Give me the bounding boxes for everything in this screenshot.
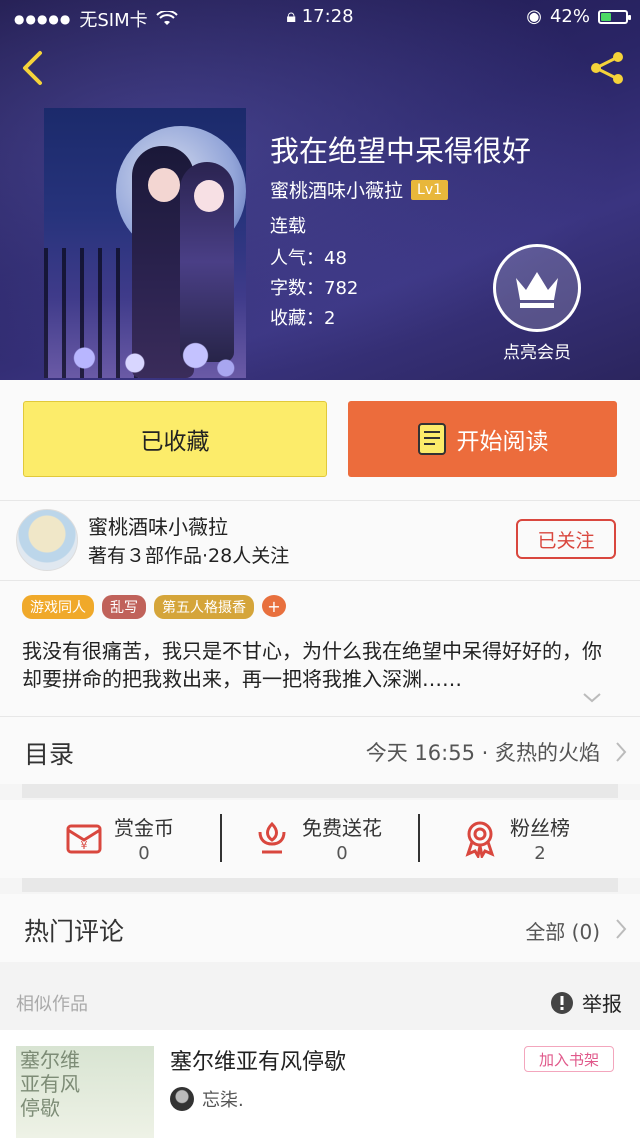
vip-label: 点亮会员 <box>503 343 571 363</box>
medal-icon <box>465 821 495 858</box>
book-title: 我在绝望中呆得很好 <box>270 134 532 168</box>
crown-icon <box>516 272 558 308</box>
author-avatar[interactable] <box>16 509 78 571</box>
fan-rank-count: 2 <box>534 843 546 864</box>
add-tag-button[interactable]: + <box>262 595 286 617</box>
support-stats-row: ¥ 赏金币 0 免费送花 0 粉丝榜 2 <box>0 800 640 878</box>
words-label: 字数： <box>270 278 324 299</box>
similar-work-item[interactable]: 塞尔维亚有风停歇 塞尔维亚有风停歇 加入书架 忘柒. <box>0 1030 640 1138</box>
start-reading-button[interactable]: 开始阅读 <box>348 401 617 477</box>
vip-button[interactable]: 点亮会员 <box>492 244 582 363</box>
start-reading-label: 开始阅读 <box>456 429 549 455</box>
clock-time: 17:28 <box>301 6 354 27</box>
favorites-label: 收藏： <box>270 308 324 329</box>
report-button[interactable]: 举报 <box>550 988 622 1017</box>
crown-badge <box>493 244 581 332</box>
similar-work-author: 忘柒. <box>170 1086 244 1112</box>
latest-chapter: 今天 16:55 · 炙热的火焰 <box>365 741 600 765</box>
table-of-contents-row[interactable]: 目录 今天 16:55 · 炙热的火焰 <box>0 716 640 784</box>
words-row: 字数：782 <box>270 274 358 300</box>
follow-label: 已关注 <box>537 529 595 552</box>
description-section: 游戏同人 乱写 第五人格摄香 + 我没有很痛苦，我只是不甘心，为什么我在绝望中呆… <box>0 580 640 716</box>
fan-ranking-button[interactable]: 粉丝榜 2 <box>460 812 570 864</box>
cover-face-right <box>194 180 224 212</box>
similar-work-title[interactable]: 塞尔维亚有风停歇 <box>170 1044 346 1076</box>
book-status: 连载 <box>270 216 306 237</box>
tag-identity-v[interactable]: 第五人格摄香 <box>154 595 254 619</box>
favorites-row: 收藏：2 <box>270 304 335 330</box>
flower-label: 免费送花 <box>302 816 382 840</box>
action-bar: 已收藏 开始阅读 <box>0 380 640 500</box>
section-divider <box>22 784 618 798</box>
favorited-label: 已收藏 <box>140 429 210 455</box>
flower-count: 0 <box>336 843 348 864</box>
stats-separator <box>220 814 222 862</box>
chevron-right-icon <box>616 919 627 939</box>
add-to-shelf-label: 加入书架 <box>538 1050 599 1069</box>
book-header: ●●●●● 无SIM卡 🔒︎ 17:28 ◉ 42% 我在绝望中呆得很好 蜜桃酒… <box>0 0 640 380</box>
all-comments-count: 全部 (0) <box>525 920 600 944</box>
chevron-right-icon <box>616 742 627 762</box>
toc-label: 目录 <box>24 740 75 769</box>
tag-list: 游戏同人 乱写 第五人格摄香 + <box>22 595 286 619</box>
stats-separator <box>418 814 420 862</box>
level-badge: Lv1 <box>411 179 449 200</box>
lock-icon: 🔒︎ <box>286 6 296 27</box>
battery-percent: 42% <box>549 6 590 27</box>
similar-works-header: 相似作品 举报 <box>0 962 640 1030</box>
popularity-label: 人气： <box>270 248 324 269</box>
back-button[interactable] <box>12 46 52 90</box>
author-stats: 著有３部作品·28人关注 <box>88 545 290 567</box>
hot-comments-row[interactable]: 热门评论 全部 (0) <box>0 894 640 962</box>
battery-icon <box>598 9 631 24</box>
fan-rank-label: 粉丝榜 <box>510 816 570 840</box>
tag-game-fanfic[interactable]: 游戏同人 <box>22 595 94 619</box>
section-divider <box>22 878 618 892</box>
rotation-lock-icon: ◉ <box>526 6 542 27</box>
reward-coins-button[interactable]: ¥ 赏金币 0 <box>64 812 174 864</box>
cover-flowers <box>44 328 246 378</box>
status-bar: ●●●●● 无SIM卡 🔒︎ 17:28 ◉ 42% <box>0 0 640 34</box>
send-flower-button[interactable]: 免费送花 0 <box>252 812 382 864</box>
similar-author-avatar <box>170 1087 194 1111</box>
popularity-value: 48 <box>324 248 347 269</box>
tag-casual[interactable]: 乱写 <box>102 595 146 619</box>
reward-count: 0 <box>138 843 150 864</box>
red-envelope-icon: ¥ <box>66 824 102 854</box>
similar-works-label: 相似作品 <box>16 994 88 1015</box>
follow-button[interactable]: 已关注 <box>516 519 616 559</box>
book-cover[interactable] <box>44 108 246 378</box>
book-icon <box>417 423 446 455</box>
add-to-shelf-button[interactable]: 加入书架 <box>524 1046 614 1072</box>
favorites-value: 2 <box>324 308 336 329</box>
alert-icon <box>551 991 573 1014</box>
share-icon <box>591 52 623 84</box>
similar-work-cover[interactable]: 塞尔维亚有风停歇 <box>16 1046 154 1138</box>
book-description: 我没有很痛苦，我只是不甘心，为什么我在绝望中呆得好好的，你却要拼命的把我救出来，… <box>22 639 602 691</box>
expand-chevron-icon[interactable] <box>582 691 602 705</box>
words-value: 782 <box>324 278 359 299</box>
reward-label: 赏金币 <box>114 816 174 840</box>
book-author-line[interactable]: 蜜桃酒味小薇拉 Lv1 <box>270 176 449 203</box>
favorited-button[interactable]: 已收藏 <box>23 401 327 477</box>
svg-text:¥: ¥ <box>81 839 88 852</box>
share-button[interactable] <box>586 46 630 90</box>
chevron-left-icon <box>23 51 42 85</box>
similar-work-cover-text: 塞尔维亚有风停歇 <box>20 1048 80 1120</box>
book-author[interactable]: 蜜桃酒味小薇拉 <box>270 176 403 203</box>
author-card[interactable]: 蜜桃酒味小薇拉 著有３部作品·28人关注 已关注 <box>0 500 640 580</box>
similar-author-name: 忘柒. <box>202 1090 244 1111</box>
cover-face-left <box>148 168 180 202</box>
hot-comments-label: 热门评论 <box>24 917 125 946</box>
author-name[interactable]: 蜜桃酒味小薇拉 <box>88 511 228 540</box>
report-label: 举报 <box>582 992 622 1016</box>
popularity-row: 人气：48 <box>270 244 347 270</box>
flower-icon <box>258 821 286 854</box>
